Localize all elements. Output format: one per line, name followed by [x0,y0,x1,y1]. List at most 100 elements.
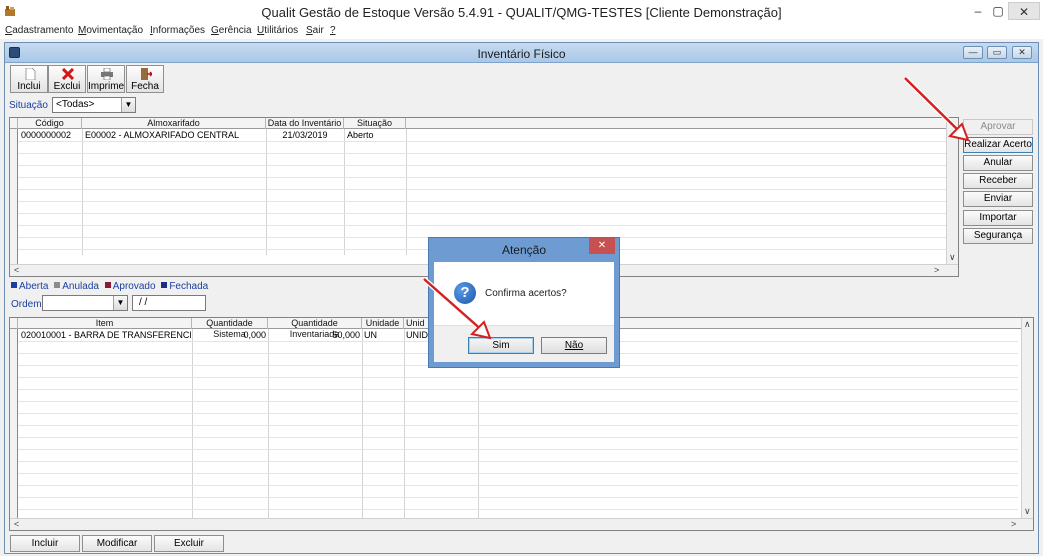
situacao-label: Situação [9,100,48,111]
grid-line [192,329,193,519]
col-almoxarifado[interactable]: Almoxarifado [82,118,266,129]
menu-informacoes[interactable]: Informações [150,25,205,36]
legend-fechada-swatch [161,282,168,288]
nao-button[interactable]: Não [541,337,607,354]
legend-aberta: Aberta [19,281,49,292]
legend-aprovado-swatch [104,282,111,288]
row-line [18,177,948,178]
menu-cadastramento[interactable]: Cadastramento [5,25,73,36]
inclui-button[interactable]: Inclui [10,65,48,93]
confirm-dialog: Atenção ✕ ? Confirma acertos? Sim Não [428,237,620,368]
row-line [18,473,1018,474]
row-line [18,485,1018,486]
row-line [18,141,948,142]
status-legend: Aberta Anulada Aprovado Fechada [11,281,208,292]
delete-x-icon [62,68,74,80]
minimize-button[interactable]: – [968,2,988,20]
dialog-body: ? Confirma acertos? Sim Não [434,262,614,362]
ordem-select[interactable]: ▼ [42,295,128,311]
cell-unidade[interactable]: UN [364,330,402,341]
header-rowmark [10,118,18,129]
new-document-icon [25,68,36,80]
grid-line [362,329,363,519]
scroll-right-icon[interactable]: > [1011,519,1016,529]
col-codigo[interactable]: Código [18,118,82,129]
row-line [18,413,1018,414]
col-quantidade-sistema[interactable]: Quantidade Sistema [192,318,268,339]
items-vertical-scrollbar[interactable]: ∧ ∨ [1021,318,1033,518]
fecha-button[interactable]: Fecha [126,65,164,93]
col-item[interactable]: Item [18,318,192,329]
cell-almoxarifado[interactable]: E00002 - ALMOXARIFADO CENTRAL [85,130,265,141]
app-title: Qualit Gestão de Estoque Versão 5.4.91 -… [261,5,782,20]
window-titlebar: Inventário Físico — ▭ ✕ [5,43,1038,63]
question-icon: ? [454,282,476,304]
col-data-inventario[interactable]: Data do Inventário [266,118,344,129]
legend-fechada: Fechada [169,281,209,292]
realizar-acerto-button[interactable]: Realizar Acerto [963,137,1033,153]
menu-gerencia[interactable]: Gerência [211,25,252,36]
seguranca-button[interactable]: Segurança [963,228,1033,244]
cell-data-inventario[interactable]: 21/03/2019 [266,130,344,141]
row-line [18,165,948,166]
importar-button[interactable]: Importar [963,210,1033,226]
grid-line [404,329,405,519]
excluir-button[interactable]: Excluir [154,535,224,552]
cell-codigo[interactable]: 0000000002 [21,130,81,141]
close-button[interactable]: ✕ [1008,2,1040,20]
legend-aprovado: Aprovado [112,281,156,292]
row-line [18,389,1018,390]
row-line [18,461,1018,462]
incluir-button[interactable]: Incluir [10,535,80,552]
legend-anulada-swatch [54,282,61,288]
scroll-right-icon[interactable]: > [934,265,939,275]
cell-situacao[interactable]: Aberto [347,130,405,141]
scroll-left-icon[interactable]: < [14,519,19,529]
header-rowmark [10,318,18,329]
row-line [18,437,1018,438]
ordem-label: Ordem [11,299,42,310]
exclui-button[interactable]: Exclui [48,65,86,93]
cell-quantidade-sistema[interactable]: 0,000 [192,330,266,341]
aprovar-button[interactable]: Aprovar [963,119,1033,135]
enviar-button[interactable]: Enviar [963,191,1033,207]
menu-sair[interactable]: Sair [306,25,324,36]
dialog-close-button[interactable]: ✕ [589,238,615,254]
menu-utilitarios[interactable]: Utilitários [257,25,298,36]
scroll-left-icon[interactable]: < [14,265,19,275]
printer-icon [101,68,113,80]
receber-button[interactable]: Receber [963,173,1033,189]
chevron-down-icon[interactable]: ▼ [113,296,127,310]
col-unidade[interactable]: Unidade [362,318,404,329]
window-restore-button[interactable]: ▭ [987,46,1007,59]
row-line [18,225,948,226]
imprime-button[interactable]: Imprime [87,65,125,93]
items-horizontal-scrollbar[interactable]: < > [10,518,1033,530]
inventory-vertical-scrollbar[interactable]: ∨ [946,118,958,264]
scroll-down-icon[interactable]: ∨ [949,252,956,263]
chevron-down-icon[interactable]: ▼ [121,98,135,112]
legend-aberta-swatch [11,282,17,288]
menu-movimentacao[interactable]: Movimentação [78,25,143,36]
scroll-up-icon[interactable]: ∧ [1024,319,1031,330]
situacao-value: <Todas> [56,99,95,110]
sim-button[interactable]: Sim [468,337,534,354]
row-line [18,189,948,190]
window-close-button[interactable]: ✕ [1012,46,1032,59]
col-situacao[interactable]: Situação [344,118,406,129]
window-minimize-button[interactable]: — [963,46,983,59]
anular-button[interactable]: Anular [963,155,1033,171]
row-line [18,497,1018,498]
inventory-grid-header: Código Almoxarifado Data do Inventário S… [10,118,958,129]
col-quantidade-inventariada[interactable]: Quantidade Inventariada [268,318,362,339]
date-input[interactable]: / / [132,295,206,311]
row-indicator-column [10,129,18,265]
cell-item[interactable]: 020010001 - BARRA DE TRANSFERENCIA B [21,330,191,341]
row-line [18,509,1018,510]
scroll-down-icon[interactable]: ∨ [1024,506,1031,517]
cell-quantidade-inventariada[interactable]: 50,000 [268,330,360,341]
menu-help[interactable]: ? [330,25,336,36]
situacao-select[interactable]: <Todas> ▼ [52,97,136,113]
maximize-button[interactable]: ▢ [988,2,1008,20]
modificar-button[interactable]: Modificar [82,535,152,552]
